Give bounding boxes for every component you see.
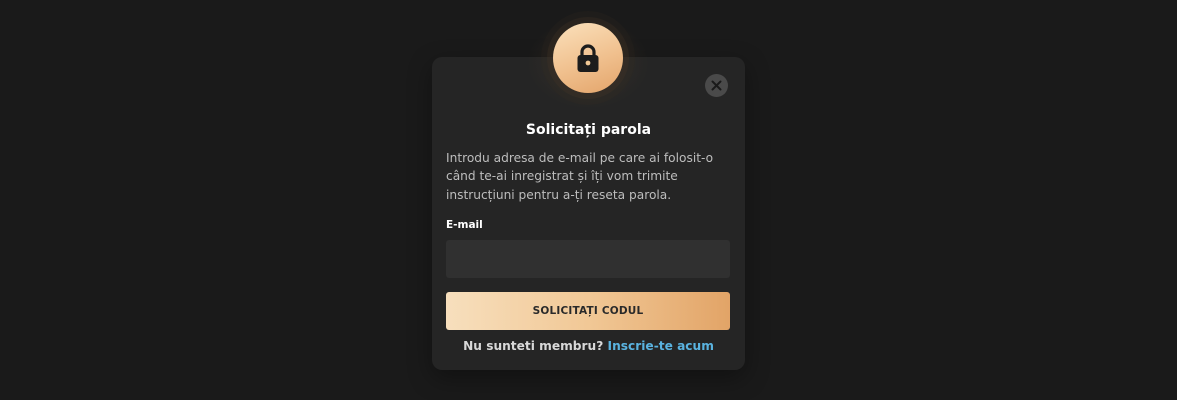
modal-title: Solicitați parola: [525, 122, 652, 138]
close-button[interactable]: [705, 74, 728, 97]
request-code-button[interactable]: SOLICITAȚI CODUL: [446, 292, 730, 330]
close-icon: [711, 80, 722, 91]
signup-prompt: Nu sunteti membru? Inscrie-te acum: [432, 338, 745, 354]
signup-question: Nu sunteti membru?: [463, 339, 604, 353]
email-label: E-mail: [446, 219, 483, 231]
signup-link[interactable]: Inscrie-te acum: [608, 339, 714, 353]
lock-icon: [577, 44, 599, 72]
modal-description: Introdu adresa de e-mail pe care ai folo…: [446, 151, 714, 202]
email-input[interactable]: [446, 240, 730, 278]
lock-badge: [553, 23, 623, 93]
page-background: Solicitați parola Introdu adresa de e-ma…: [0, 0, 1177, 400]
